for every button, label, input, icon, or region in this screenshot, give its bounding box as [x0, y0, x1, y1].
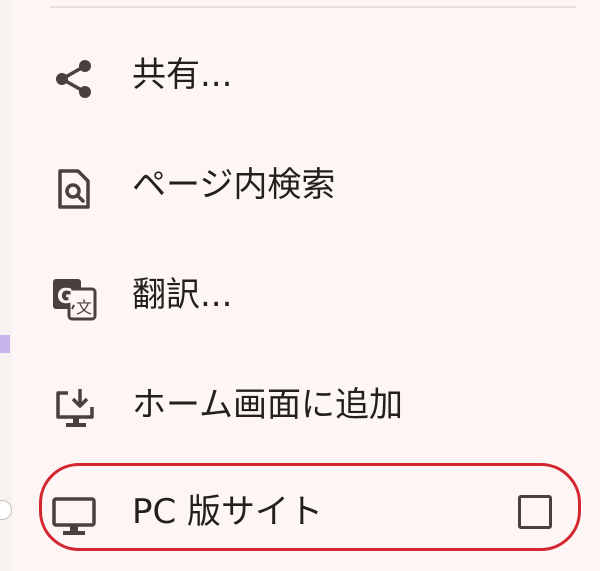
svg-text:文: 文 — [76, 298, 92, 317]
menu-item-label: PC 版サイト — [132, 492, 324, 532]
menu-item-add-to-home-screen[interactable]: ホーム画面に追加 — [12, 365, 600, 445]
menu-item-label: 翻訳... — [132, 275, 233, 315]
menu-item-label: ホーム画面に追加 — [132, 385, 403, 425]
svg-text:G: G — [57, 284, 73, 308]
translate-icon: G 文 — [53, 279, 97, 321]
add-to-home-screen-icon — [56, 389, 94, 427]
menu-item-translate[interactable]: G 文 翻訳... — [12, 255, 600, 335]
menu-divider — [50, 6, 576, 8]
share-icon — [56, 60, 91, 98]
menu-item-share[interactable]: 共有... — [12, 35, 600, 115]
menu-item-desktop-site[interactable]: PC 版サイト — [12, 472, 600, 552]
browser-overflow-menu: 共有... ページ内検索 G 文 翻訳... ホーム画面に追加 PC 版サイト — [12, 0, 600, 571]
desktop-site-checkbox[interactable] — [518, 495, 552, 529]
menu-item-label: ページ内検索 — [132, 165, 336, 205]
left-edge-accent — [0, 335, 10, 353]
desktop-icon — [52, 497, 96, 535]
menu-item-label: 共有... — [132, 55, 233, 95]
menu-item-find-in-page[interactable]: ページ内検索 — [12, 145, 600, 225]
find-in-page-icon — [58, 169, 90, 209]
